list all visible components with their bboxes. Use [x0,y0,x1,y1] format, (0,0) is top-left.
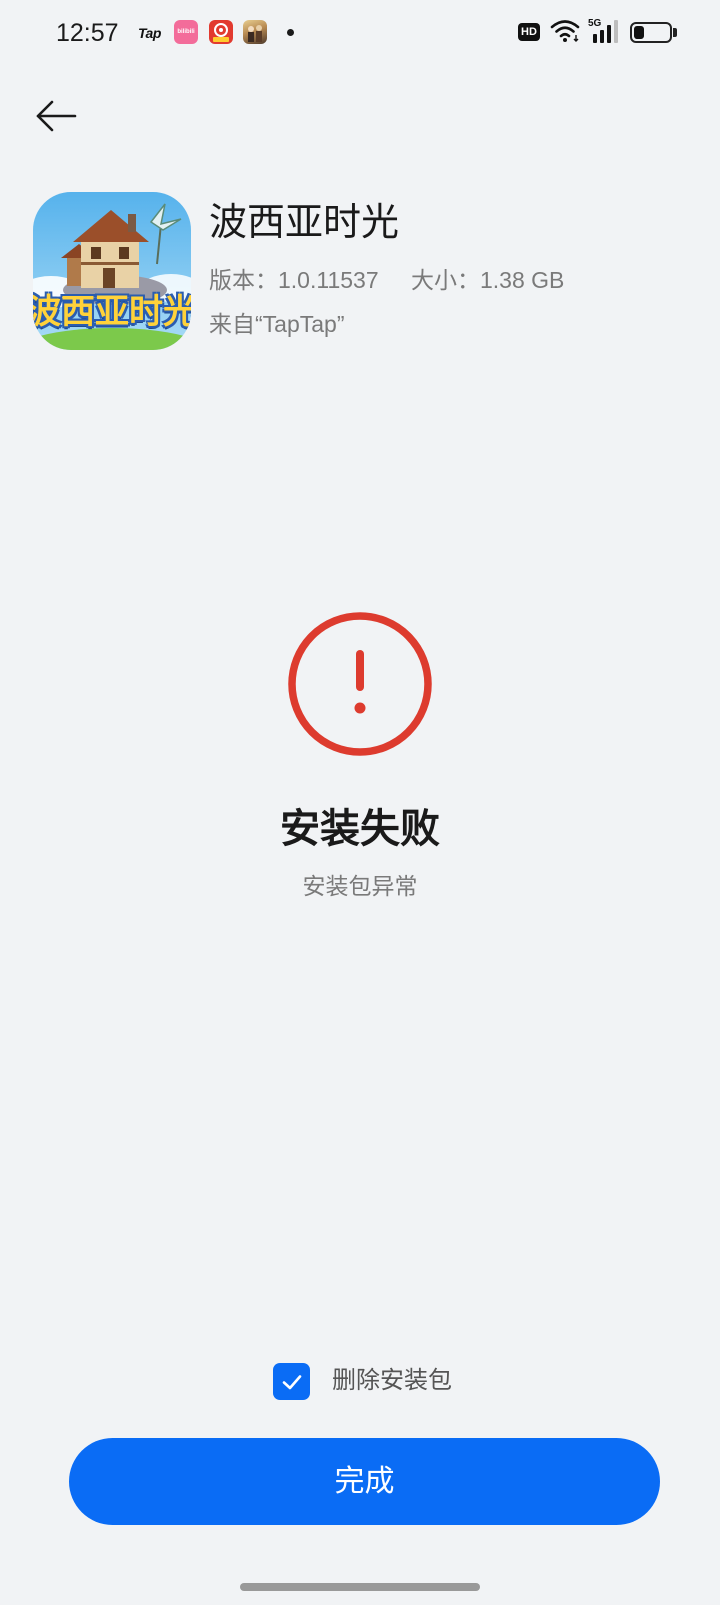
checkmark-icon [282,1374,301,1389]
app-icon: 波西亚时光 [33,192,191,350]
battery-icon [630,22,672,43]
red-app-icon [209,20,233,44]
hd-badge: HD [518,23,540,41]
install-result-screen: 12:57 Tap bilibili HD 5G 波西亚时光 波西亚时光 版本：… [0,0,720,1605]
app-name: 波西亚时光 [209,202,400,244]
more-notifications-dot [287,29,294,36]
app-source: 来自“TapTap” [209,311,345,337]
done-button[interactable]: 完成 [69,1438,660,1525]
error-exclamation-icon [285,609,435,759]
arrow-left-icon [36,100,77,132]
app-version: 版本：1.0.11537 [209,267,379,293]
cellular-signal-icon: 5G [588,18,620,44]
status-time: 12:57 [56,19,119,47]
wifi-icon [550,19,580,43]
delete-package-label[interactable]: 删除安装包 [332,1367,452,1395]
result-message: 安装包异常 [302,873,418,899]
delete-package-checkbox[interactable] [273,1363,310,1400]
bilibili-icon: bilibili [174,20,198,44]
battery-nub [673,28,677,37]
bilibili-icon-label: bilibili [177,29,195,35]
game-app-icon [243,20,267,44]
back-button[interactable] [30,94,82,138]
app-size: 大小：1.38 GB [411,267,565,293]
home-indicator[interactable] [240,1583,480,1591]
result-title: 安装失败 [280,807,440,851]
battery-level [634,26,645,39]
taptap-icon: Tap [138,25,161,41]
app-icon-art-text: 波西亚时光 [33,293,191,331]
